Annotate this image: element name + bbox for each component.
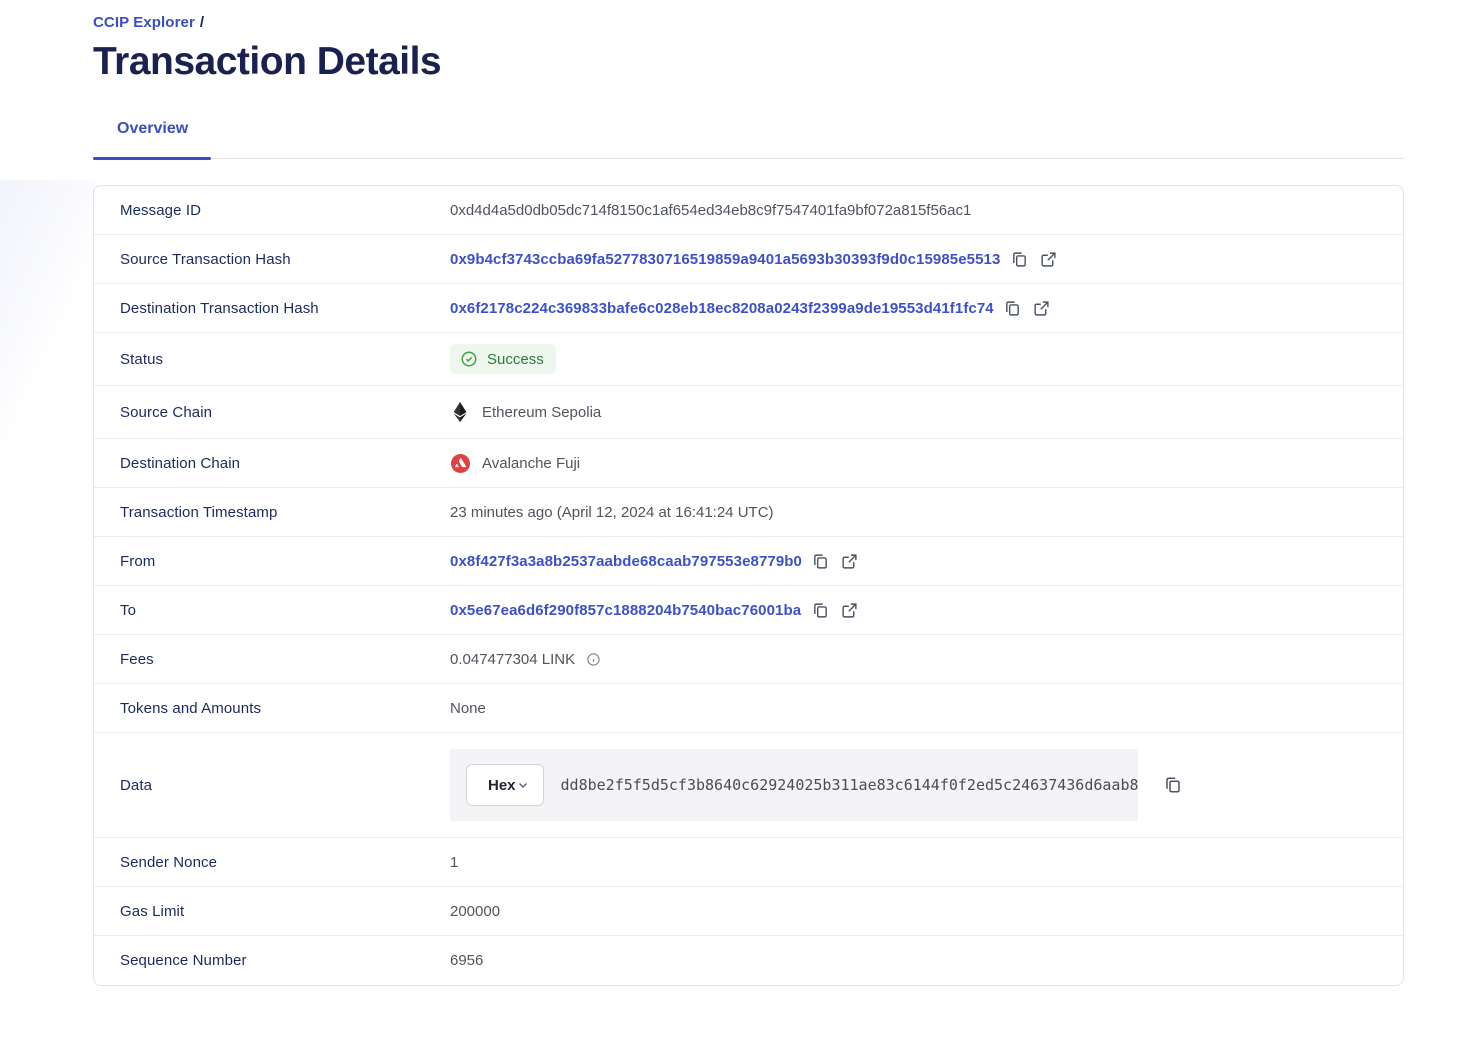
status-value: Success (487, 351, 544, 368)
tab-overview[interactable]: Overview (93, 120, 212, 159)
check-circle-icon (459, 349, 479, 369)
sender-nonce-label: Sender Nonce (120, 854, 450, 871)
background-decoration (0, 180, 95, 450)
breadcrumb: CCIP Explorer / (93, 14, 1470, 31)
status-badge: Success (450, 344, 556, 374)
tokens-label: Tokens and Amounts (120, 700, 450, 717)
chevron-down-icon (516, 778, 530, 792)
source-chain: Ethereum Sepolia (450, 402, 601, 422)
row-sender-nonce: Sender Nonce 1 (94, 838, 1403, 887)
data-label: Data (120, 777, 450, 794)
timestamp-value: 23 minutes ago (April 12, 2024 at 16:41:… (450, 504, 774, 521)
copy-icon[interactable] (1163, 775, 1183, 795)
timestamp-label: Transaction Timestamp (120, 504, 450, 521)
page-title: Transaction Details (93, 40, 1470, 84)
ethereum-icon (450, 402, 470, 422)
row-tokens: Tokens and Amounts None (94, 684, 1403, 733)
row-dest-chain: Destination Chain Avalanche Fuji (94, 439, 1403, 488)
copy-icon[interactable] (1009, 249, 1029, 269)
tokens-value: None (450, 700, 486, 717)
row-from: From 0x8f427f3a3a8b2537aabde68caab797553… (94, 537, 1403, 586)
dest-tx-hash-link[interactable]: 0x6f2178c224c369833bafe6c028eb18ec8208a0… (450, 300, 994, 317)
status-label: Status (120, 351, 450, 368)
dest-chain: Avalanche Fuji (450, 453, 580, 473)
dest-chain-value: Avalanche Fuji (482, 455, 580, 472)
fees-label: Fees (120, 651, 450, 668)
breadcrumb-ccip-explorer-link[interactable]: CCIP Explorer (93, 14, 195, 31)
row-dest-tx-hash: Destination Transaction Hash 0x6f2178c22… (94, 284, 1403, 333)
data-hex-value: dd8be2f5f5d5cf3b8640c62924025b311ae83c61… (561, 776, 1139, 794)
dest-tx-hash-label: Destination Transaction Hash (120, 300, 450, 317)
row-source-tx-hash: Source Transaction Hash 0x9b4cf3743ccba6… (94, 235, 1403, 284)
source-tx-hash-link[interactable]: 0x9b4cf3743ccba69fa5277830716519859a9401… (450, 251, 1000, 268)
data-format-selected: Hex (488, 777, 516, 794)
row-sequence-number: Sequence Number 6956 (94, 936, 1403, 985)
external-link-icon[interactable] (1038, 249, 1058, 269)
row-status: Status Success (94, 333, 1403, 386)
row-to: To 0x5e67ea6d6f290f857c1888204b7540bac76… (94, 586, 1403, 635)
gas-limit-label: Gas Limit (120, 903, 450, 920)
data-format-select[interactable]: Hex (466, 764, 544, 806)
sequence-number-label: Sequence Number (120, 952, 450, 969)
row-source-chain: Source Chain Ethereum Sepolia (94, 386, 1403, 439)
fees-value: 0.047477304 LINK (450, 651, 575, 668)
message-id-value: 0xd4d4a5d0db05dc714f8150c1af654ed34eb8c9… (450, 202, 971, 219)
source-tx-hash-label: Source Transaction Hash (120, 251, 450, 268)
external-link-icon[interactable] (1032, 298, 1052, 318)
details-card: Message ID 0xd4d4a5d0db05dc714f8150c1af6… (93, 185, 1404, 986)
row-gas-limit: Gas Limit 200000 (94, 887, 1403, 936)
from-label: From (120, 553, 450, 570)
external-link-icon[interactable] (839, 600, 859, 620)
from-address-link[interactable]: 0x8f427f3a3a8b2537aabde68caab797553e8779… (450, 553, 802, 570)
dest-chain-label: Destination Chain (120, 455, 450, 472)
row-data: Data Hex dd8be2f5f5d5cf3b8640c62924025b3… (94, 733, 1403, 838)
gas-limit-value: 200000 (450, 903, 500, 920)
tab-bar-baseline (93, 158, 1404, 159)
copy-icon[interactable] (811, 551, 831, 571)
data-panel: Hex dd8be2f5f5d5cf3b8640c62924025b311ae8… (450, 749, 1138, 821)
copy-icon[interactable] (810, 600, 830, 620)
row-fees: Fees 0.047477304 LINK (94, 635, 1403, 684)
transaction-details-page: CCIP Explorer / Transaction Details Overv… (0, 0, 1470, 1039)
row-message-id: Message ID 0xd4d4a5d0db05dc714f8150c1af6… (94, 186, 1403, 235)
page-header: CCIP Explorer / Transaction Details (0, 0, 1470, 84)
tab-bar: Overview (93, 120, 1404, 159)
to-address-link[interactable]: 0x5e67ea6d6f290f857c1888204b7540bac76001… (450, 602, 801, 619)
external-link-icon[interactable] (840, 551, 860, 571)
info-icon[interactable] (586, 652, 601, 667)
source-chain-label: Source Chain (120, 404, 450, 421)
copy-icon[interactable] (1003, 298, 1023, 318)
sequence-number-value: 6956 (450, 952, 483, 969)
to-label: To (120, 602, 450, 619)
breadcrumb-separator: / (200, 14, 204, 31)
tab-active-indicator (93, 157, 211, 160)
row-timestamp: Transaction Timestamp 23 minutes ago (Ap… (94, 488, 1403, 537)
source-chain-value: Ethereum Sepolia (482, 404, 601, 421)
sender-nonce-value: 1 (450, 854, 458, 871)
message-id-label: Message ID (120, 202, 450, 219)
avalanche-icon (450, 453, 470, 473)
